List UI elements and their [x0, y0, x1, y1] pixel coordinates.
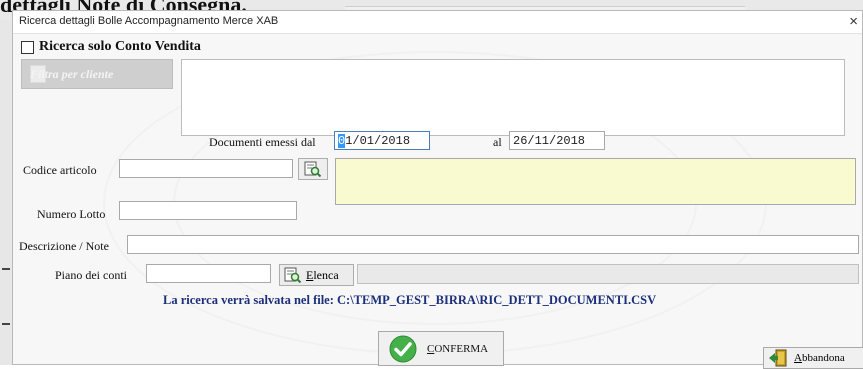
background-left-edge	[0, 20, 12, 365]
filter-by-client-label: Filtra per cliente	[30, 66, 114, 81]
elenca-label: Elenca	[306, 268, 339, 283]
abandon-button[interactable]: Abbandona	[763, 347, 863, 369]
magnifier-document-icon	[304, 161, 322, 177]
conto-vendita-label: Ricerca solo Conto Vendita	[39, 39, 201, 54]
codice-articolo-label: Codice articolo	[23, 163, 97, 177]
docs-to-label: al	[493, 135, 502, 149]
lookup-articolo-button[interactable]	[298, 158, 328, 180]
abandon-label: Abbandona	[794, 352, 845, 364]
elenca-label-rest: lenca	[313, 267, 339, 282]
close-icon[interactable]: ×	[849, 13, 858, 30]
search-dialog: Ricerca dettagli Bolle Accompagnamento M…	[12, 10, 863, 369]
piano-conti-description-field	[357, 264, 859, 284]
exit-door-icon	[769, 349, 787, 367]
descrizione-note-label: Descrizione / Note	[19, 239, 109, 253]
save-file-note: La ricerca verrà salvata nel file: C:\TE…	[163, 293, 657, 307]
piano-conti-field[interactable]	[146, 264, 271, 283]
dialog-titlebar: Ricerca dettagli Bolle Accompagnamento M…	[13, 11, 862, 34]
piano-conti-label: Piano dei conti	[55, 268, 127, 282]
conto-vendita-checkbox[interactable]	[21, 40, 34, 54]
date-to-field[interactable]: 26/11/2018	[509, 131, 605, 150]
magnifier-document-icon	[284, 267, 302, 283]
elenca-button[interactable]: Elenca	[279, 264, 354, 286]
date-from-field[interactable]: 01/01/2018	[334, 131, 430, 150]
filter-by-client-button[interactable]: Filtra per cliente	[21, 59, 173, 89]
abandon-accel: A	[794, 352, 802, 364]
article-description-area	[335, 158, 856, 205]
conto-vendita-checkbox-row[interactable]: Ricerca solo Conto Vendita	[21, 39, 201, 55]
confirm-button[interactable]: CONFERMA	[378, 331, 504, 366]
client-list-box[interactable]	[181, 59, 845, 136]
date-from-value: 1/01/2018	[345, 134, 411, 148]
background-mark	[2, 323, 10, 325]
codice-articolo-field[interactable]	[119, 159, 293, 178]
confirm-label-rest: ONFERMA	[434, 342, 489, 355]
confirm-label: CONFERMA	[427, 343, 488, 355]
abandon-label-rest: bbandona	[801, 352, 845, 364]
numero-lotto-label: Numero Lotto	[37, 207, 106, 221]
background-mark	[2, 268, 10, 270]
check-circle-icon	[389, 335, 417, 362]
dialog-title: Ricerca dettagli Bolle Accompagnamento M…	[19, 15, 279, 27]
docs-from-label: Documenti emessi dal	[209, 135, 316, 149]
descrizione-note-field[interactable]	[127, 235, 859, 254]
numero-lotto-field[interactable]	[119, 201, 297, 220]
